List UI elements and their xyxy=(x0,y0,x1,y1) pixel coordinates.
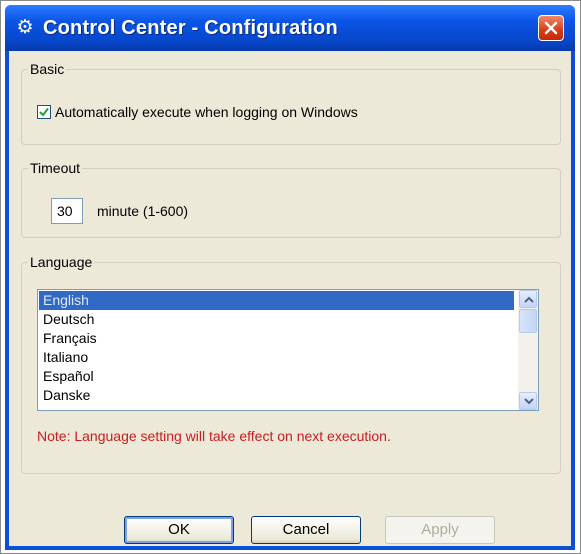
auto-execute-label[interactable]: Automatically execute when logging on Wi… xyxy=(55,104,358,120)
checkmark-icon xyxy=(39,107,49,117)
language-scrollbar[interactable] xyxy=(518,290,538,410)
close-button[interactable] xyxy=(538,15,564,41)
timeout-group-legend: Timeout xyxy=(28,160,83,176)
language-option-english[interactable]: English xyxy=(39,291,514,310)
configuration-dialog: ⚙ Control Center - Configuration Basic A… xyxy=(5,5,575,550)
language-option-espanol[interactable]: Español xyxy=(39,367,514,386)
gear-icon: ⚙ xyxy=(16,16,34,38)
language-note: Note: Language setting will take effect … xyxy=(37,428,391,444)
scroll-down-button[interactable] xyxy=(519,392,537,410)
language-option-italiano[interactable]: Italiano xyxy=(39,348,514,367)
basic-group-legend: Basic xyxy=(28,61,67,77)
dialog-client-area: Basic Automatically execute when logging… xyxy=(9,51,571,546)
scroll-up-button[interactable] xyxy=(519,290,537,308)
language-option-danske[interactable]: Danske xyxy=(39,386,514,405)
auto-execute-checkbox[interactable] xyxy=(37,105,51,119)
chevron-up-icon xyxy=(524,296,534,303)
chevron-down-icon xyxy=(524,398,534,405)
cancel-button[interactable]: Cancel xyxy=(251,516,361,544)
apply-button[interactable]: Apply xyxy=(385,516,495,544)
ok-button[interactable]: OK xyxy=(124,516,234,544)
timeout-unit-label: minute (1-600) xyxy=(97,203,189,219)
timeout-input[interactable]: 30 xyxy=(51,198,83,224)
language-option-deutsch[interactable]: Deutsch xyxy=(39,310,514,329)
language-group-legend: Language xyxy=(28,254,95,270)
language-listbox[interactable]: English Deutsch Français Italiano Españo… xyxy=(37,289,539,411)
scroll-thumb[interactable] xyxy=(519,309,537,333)
language-option-francais[interactable]: Français xyxy=(39,329,514,348)
title-bar[interactable]: ⚙ Control Center - Configuration xyxy=(5,5,575,51)
window-title: Control Center - Configuration xyxy=(43,17,338,39)
close-icon xyxy=(544,21,558,35)
screenshot-frame: ⚙ Control Center - Configuration Basic A… xyxy=(0,0,581,554)
